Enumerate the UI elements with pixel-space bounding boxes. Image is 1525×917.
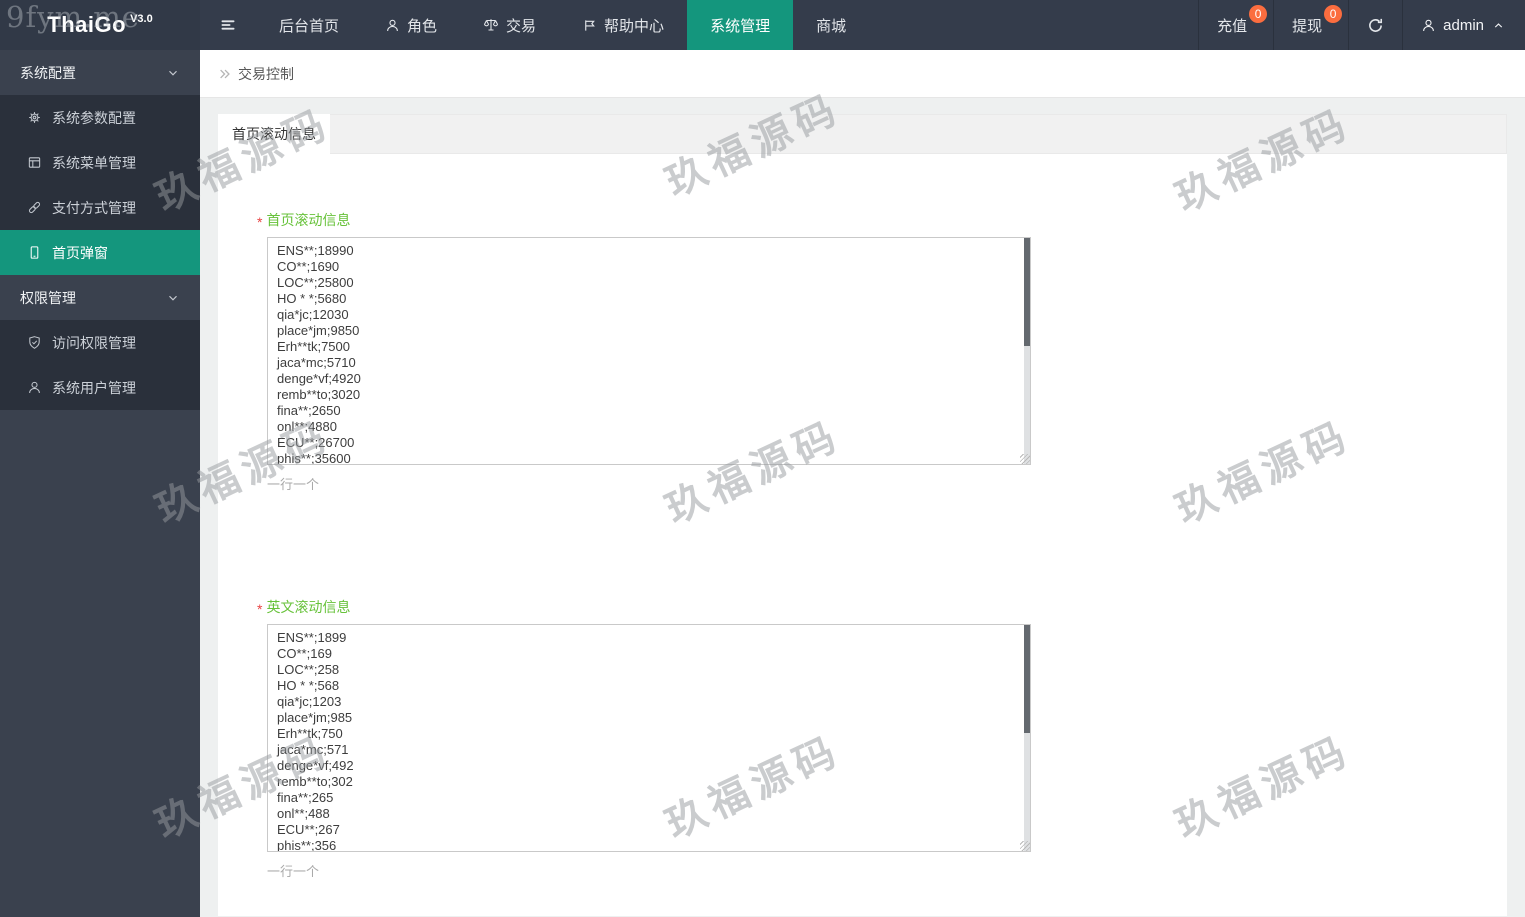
breadcrumb-label: 交易控制 — [238, 65, 294, 82]
flag-icon — [582, 18, 597, 33]
main-area: 交易控制 首页滚动信息 * 首页滚动信息 ENS**;18990 CO**;16… — [200, 50, 1525, 917]
tablet-icon — [27, 245, 42, 260]
sidebar-item-label: 支付方式管理 — [52, 199, 136, 216]
textarea-wrap — [267, 237, 1031, 465]
caret-up-icon — [1492, 19, 1505, 32]
gear-icon — [27, 110, 42, 125]
sidebar-group-label: 权限管理 — [20, 289, 76, 306]
nav-item-label: 交易 — [506, 17, 537, 35]
field-hint: 一行一个 — [267, 477, 320, 492]
field-label-row: * 英文滚动信息 — [257, 597, 1507, 617]
home-scroll-info-textarea[interactable] — [267, 237, 1031, 465]
sidebar-item-label: 访问权限管理 — [52, 334, 136, 351]
recharge-button[interactable]: 充值 0 — [1198, 0, 1273, 50]
withdraw-badge: 0 — [1324, 5, 1343, 23]
chevron-down-icon — [166, 66, 180, 80]
form: * 首页滚动信息 一行一个 — [218, 154, 1507, 880]
required-asterisk: * — [257, 601, 263, 617]
sidebar-item-system-menu[interactable]: 系统菜单管理 — [0, 140, 200, 185]
window-menu-icon — [27, 155, 42, 170]
username: admin — [1443, 16, 1484, 34]
sidebar-item-label: 系统参数配置 — [52, 109, 136, 126]
main-menu: 后台首页 角色 交易 帮助中心 系统管理 商城 — [256, 0, 869, 50]
field-label: 英文滚动信息 — [266, 599, 351, 615]
resize-grip[interactable] — [1020, 841, 1030, 851]
tab-label: 首页滚动信息 — [232, 126, 316, 142]
content-card: 首页滚动信息 * 首页滚动信息 ENS**;18990 CO**;1690 LO… — [218, 114, 1507, 916]
field-hint: 一行一个 — [267, 864, 320, 879]
field-label: 首页滚动信息 — [266, 212, 351, 228]
top-navbar: ThaiGo V3.0 后台首页 角色 交易 帮助中心 系统管理 商城 充值 0… — [0, 0, 1525, 50]
scrollbar-thumb[interactable] — [1024, 238, 1030, 347]
required-asterisk: * — [257, 214, 263, 230]
refresh-button[interactable] — [1348, 0, 1402, 50]
navbar-right: 充值 0 提现 0 admin — [1198, 0, 1525, 50]
sidebar-item-payment-methods[interactable]: 支付方式管理 — [0, 185, 200, 230]
form-field-english-scroll: * 英文滚动信息 一行一个 — [257, 597, 1507, 880]
sidebar-group-system-config[interactable]: 系统配置 — [0, 50, 200, 95]
sidebar-item-system-params[interactable]: 系统参数配置 — [0, 95, 200, 140]
nav-item-roles[interactable]: 角色 — [362, 0, 460, 50]
withdraw-button[interactable]: 提现 0 — [1273, 0, 1348, 50]
scrollbar-thumb[interactable] — [1024, 625, 1030, 734]
nav-item-trade[interactable]: 交易 — [460, 0, 559, 50]
link-icon — [27, 200, 42, 215]
app-version: V3.0 — [130, 13, 153, 25]
withdraw-label: 提现 — [1292, 17, 1323, 35]
english-scroll-info-textarea[interactable] — [267, 624, 1031, 852]
chevron-down-icon — [166, 291, 180, 305]
app-logo: ThaiGo V3.0 — [0, 0, 200, 50]
sidebar: 系统配置 系统参数配置 系统菜单管理 支付方式管理 首页弹窗 权限管理 访问权限… — [0, 50, 200, 917]
textarea-scrollbar[interactable] — [1024, 238, 1030, 464]
sidebar-submenu-system-config: 系统参数配置 系统菜单管理 支付方式管理 首页弹窗 — [0, 95, 200, 275]
sidebar-item-system-users[interactable]: 系统用户管理 — [0, 365, 200, 410]
form-field-home-scroll: * 首页滚动信息 一行一个 — [257, 210, 1507, 493]
resize-grip[interactable] — [1020, 454, 1030, 464]
nav-item-label: 商城 — [816, 17, 847, 35]
shield-check-icon — [27, 335, 42, 350]
recharge-label: 充值 — [1217, 17, 1248, 35]
recharge-badge: 0 — [1249, 5, 1268, 23]
sidebar-item-access-permissions[interactable]: 访问权限管理 — [0, 320, 200, 365]
user-icon — [385, 18, 400, 33]
nav-item-dashboard[interactable]: 后台首页 — [256, 0, 362, 50]
nav-item-system-management[interactable]: 系统管理 — [687, 0, 794, 50]
nav-item-help-center[interactable]: 帮助中心 — [559, 0, 687, 50]
navbar-spacer — [869, 0, 1198, 50]
page: ThaiGo V3.0 后台首页 角色 交易 帮助中心 系统管理 商城 充值 0… — [0, 0, 1525, 917]
sidebar-item-home-popup[interactable]: 首页弹窗 — [0, 230, 200, 275]
nav-item-label: 后台首页 — [279, 17, 340, 35]
app-name: ThaiGo — [47, 12, 127, 37]
tab-bar: 首页滚动信息 — [218, 114, 1507, 159]
scales-icon — [483, 17, 499, 33]
double-chevron-icon — [218, 67, 232, 81]
breadcrumb: 交易控制 — [200, 50, 1525, 98]
textarea-wrap — [267, 624, 1031, 852]
user-menu[interactable]: admin — [1402, 0, 1525, 50]
sidebar-toggle-button[interactable] — [200, 0, 256, 50]
hamburger-icon — [219, 17, 237, 33]
tab-home-scroll-info[interactable]: 首页滚动信息 — [218, 114, 330, 159]
user-icon — [27, 380, 42, 395]
sidebar-submenu-permissions: 访问权限管理 系统用户管理 — [0, 320, 200, 410]
nav-item-label: 角色 — [407, 17, 438, 35]
sidebar-item-label: 首页弹窗 — [52, 244, 108, 261]
sidebar-group-permissions[interactable]: 权限管理 — [0, 275, 200, 320]
sidebar-item-label: 系统菜单管理 — [52, 154, 136, 171]
refresh-icon — [1367, 17, 1384, 34]
nav-item-label: 帮助中心 — [604, 17, 665, 35]
nav-item-mall[interactable]: 商城 — [793, 0, 869, 50]
nav-item-label: 系统管理 — [710, 17, 771, 35]
sidebar-group-label: 系统配置 — [20, 64, 76, 81]
textarea-scrollbar[interactable] — [1024, 625, 1030, 851]
main-body: 首页滚动信息 * 首页滚动信息 ENS**;18990 CO**;1690 LO… — [200, 98, 1525, 916]
sidebar-item-label: 系统用户管理 — [52, 379, 136, 396]
user-icon — [1421, 18, 1436, 33]
field-label-row: * 首页滚动信息 — [257, 210, 1507, 230]
